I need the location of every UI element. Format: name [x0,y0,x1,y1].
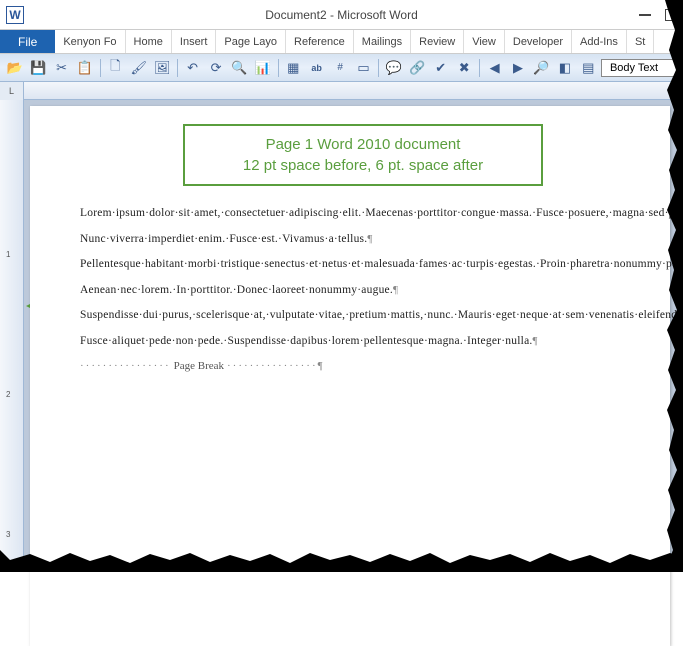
menu-mailings[interactable]: Mailings [354,30,411,53]
paragraph[interactable]: Aenean·nec·lorem.·In·porttitor.·Donec·la… [80,284,393,296]
prev-icon[interactable]: ◀ [484,57,505,79]
ruler-tick: 1 [6,250,10,259]
chart-icon[interactable]: 📊 [252,57,273,79]
grid-icon[interactable]: ▤ [578,57,599,79]
paste-icon[interactable]: 📋 [74,57,95,79]
horizontal-ruler[interactable]: L [0,82,683,100]
callout-line1: Page 1 Word 2010 document [205,134,521,155]
pilcrow-icon [533,335,538,347]
pilcrow-icon [393,284,398,296]
refresh-icon[interactable]: ⟳ [205,57,226,79]
ruler-tick: 2 [6,390,10,399]
separator [100,59,101,77]
separator [278,59,279,77]
open-icon[interactable]: 📂 [4,57,25,79]
window-title: Document2 - Microsoft Word [265,8,418,22]
page-break-dots: ················ [227,359,318,374]
separator [177,59,178,77]
vertical-ruler[interactable]: 1 2 3 [0,100,24,570]
page-break-label: Page Break [174,359,224,374]
accept-icon[interactable]: ✔ [430,57,451,79]
find-icon[interactable]: 🔎 [531,57,552,79]
body-text[interactable]: Lorem·ipsum·dolor·sit·amet,·consectetuer… [80,206,646,374]
toolbar: 📂 💾 ✂ 📋 🗋 🖌 🖼 ↶ ⟳ 🔍 📊 ▦ ab # ▭ 💬 🔗 ✔ ✖ ◀… [0,54,683,82]
page-break: ················ Page Break ············… [80,359,646,374]
ab-icon[interactable]: ab [306,57,327,79]
table-icon[interactable]: ▦ [283,57,304,79]
pilcrow-icon [367,233,372,245]
highlight-icon[interactable]: ◧ [554,57,575,79]
undo-icon[interactable]: ↶ [182,57,203,79]
callout-box: Page 1 Word 2010 document 12 pt space be… [183,124,543,186]
page-area: Page 1 Word 2010 document 12 pt space be… [24,100,683,570]
paragraph[interactable]: Pellentesque·habitant·morbi·tristique·se… [80,258,683,270]
title-bar: W Document2 - Microsoft Word [0,0,683,30]
pilcrow-icon [318,359,323,374]
menu-view[interactable]: View [464,30,505,53]
ruler-tick: 3 [6,530,10,539]
menu-page-layout[interactable]: Page Layo [216,30,286,53]
maximize-button[interactable] [665,9,677,21]
separator [378,59,379,77]
page-break-dots: ················ [80,359,171,374]
menu-bar: File Kenyon Fo Home Insert Page Layo Ref… [0,30,683,54]
menu-reference[interactable]: Reference [286,30,354,53]
file-tab[interactable]: File [0,30,55,53]
separator [479,59,480,77]
picture-icon[interactable]: 🖼 [152,57,173,79]
save-icon[interactable]: 💾 [27,57,48,79]
menu-kenyon[interactable]: Kenyon Fo [55,30,125,53]
zoom-icon[interactable]: 🔍 [229,57,250,79]
menu-st[interactable]: St [627,30,654,53]
comment-icon[interactable]: 💬 [383,57,404,79]
copy-format-icon[interactable]: 🖌 [128,57,149,79]
minimize-button[interactable] [639,14,651,16]
menu-addins[interactable]: Add-Ins [572,30,627,53]
document-page[interactable]: Page 1 Word 2010 document 12 pt space be… [30,106,670,646]
app-icon: W [6,6,24,24]
window-controls [639,9,677,21]
paragraph[interactable]: Suspendisse·dui·purus,·scelerisque·at,·v… [80,309,683,321]
cut-icon[interactable]: ✂ [51,57,72,79]
paragraph[interactable]: Lorem·ipsum·dolor·sit·amet,·consectetuer… [80,207,683,219]
menu-home[interactable]: Home [126,30,172,53]
style-selector[interactable]: Body Text [601,59,679,77]
menu-insert[interactable]: Insert [172,30,217,53]
paragraph[interactable]: Nunc·viverra·imperdiet·enim.·Fusce·est.·… [80,233,367,245]
link-icon[interactable]: 🔗 [407,57,428,79]
workspace: 1 2 3 Page 1 Word 2010 document 12 pt sp… [0,100,683,570]
reject-icon[interactable]: ✖ [453,57,474,79]
next-icon[interactable]: ▶ [507,57,528,79]
ruler-track[interactable] [24,82,683,99]
ruler-corner[interactable]: L [0,82,24,100]
layout-icon[interactable]: ▭ [353,57,374,79]
number-icon[interactable]: # [329,57,350,79]
new-icon[interactable]: 🗋 [105,57,126,79]
paragraph[interactable]: Fusce·aliquet·pede·non·pede.·Suspendisse… [80,335,533,347]
menu-developer[interactable]: Developer [505,30,572,53]
callout-line2: 12 pt space before, 6 pt. space after [205,155,521,176]
menu-review[interactable]: Review [411,30,464,53]
